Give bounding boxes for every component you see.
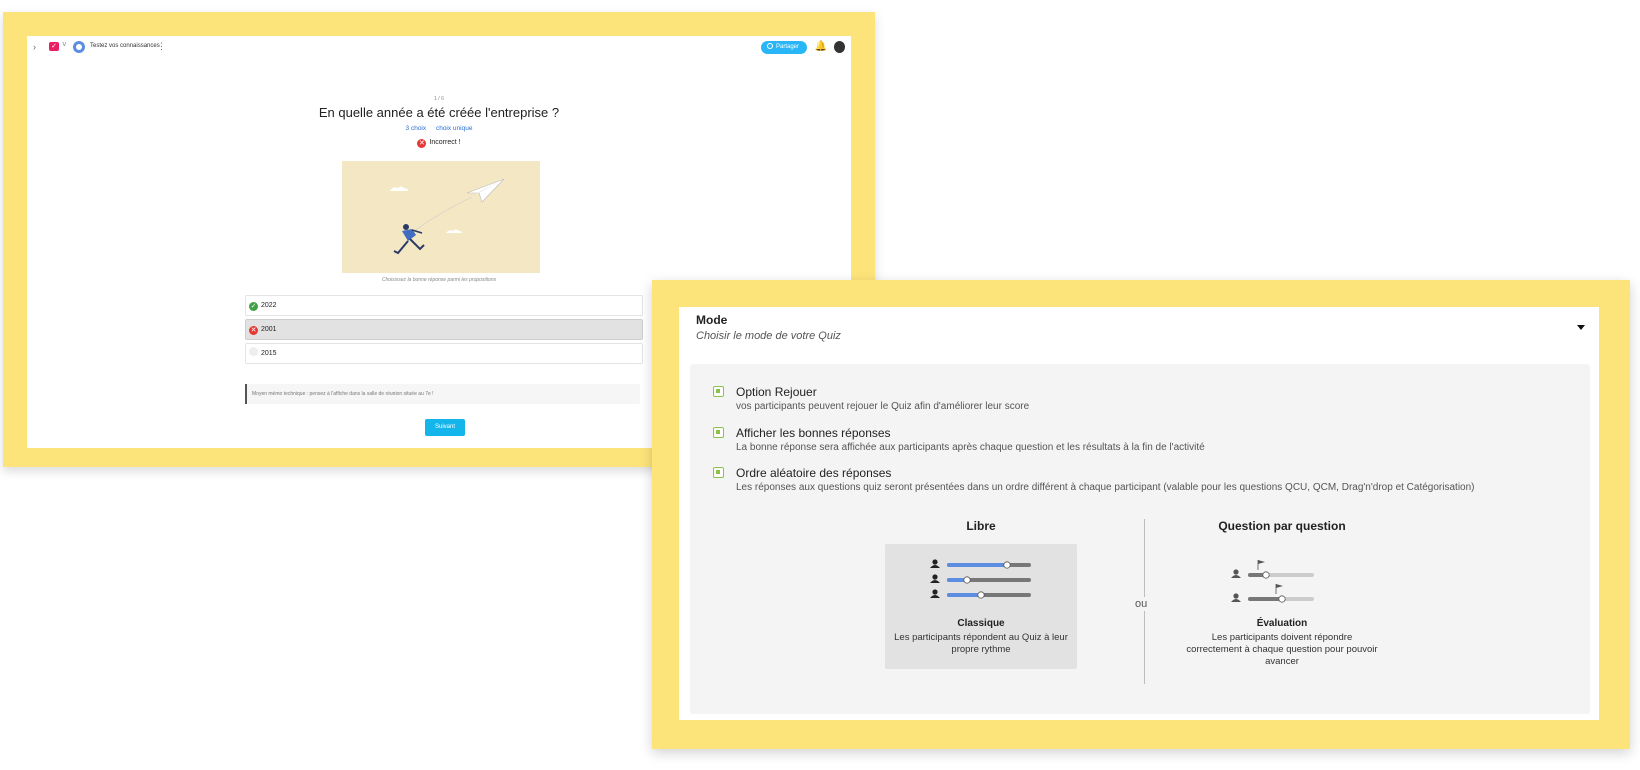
mode-settings-card: Mode Choisir le mode de votre Quiz Optio…: [652, 280, 1630, 749]
answer-label: 2022: [261, 302, 277, 309]
close-circle-icon: ✕: [249, 326, 258, 335]
choice-count: 3 choix: [405, 125, 427, 132]
checkbox[interactable]: [713, 386, 724, 397]
answer-option[interactable]: ✓ 2022: [245, 295, 643, 316]
mode-tile-classic[interactable]: Classique Les participants répondent au …: [885, 544, 1077, 669]
answer-label: 2015: [261, 350, 277, 357]
or-label: ou: [1133, 597, 1150, 611]
quiz-title: Testez vos connaissances: [90, 43, 160, 49]
flag-sliders-illustration: [1231, 560, 1314, 603]
mode-tile-evaluation[interactable]: Évaluation Les participants doivent répo…: [1186, 544, 1378, 669]
option-description: La bonne réponse sera affichée aux parti…: [736, 442, 1205, 453]
mode-free: Libre Classique Les participants réponde…: [885, 519, 1077, 669]
share-label: Partager: [775, 44, 799, 50]
app-logo[interactable]: ✓: [49, 42, 59, 51]
mode-step-by-step: Question par question Évaluation Les par…: [1186, 519, 1378, 667]
section-subtitle: Choisir le mode de votre Quiz: [696, 330, 841, 342]
mode-options-panel: Option Rejouer vos participants peuvent …: [690, 364, 1590, 714]
paper-plane-illustration: [342, 161, 540, 273]
mode-description: Les participants doivent répondre correc…: [1186, 632, 1378, 667]
expand-icon[interactable]: ›: [33, 42, 36, 52]
share-button[interactable]: Partager: [760, 41, 807, 54]
mode-header: Libre: [966, 519, 996, 533]
mode-settings-screen: Mode Choisir le mode de votre Quiz Optio…: [679, 307, 1599, 720]
progress-sliders-illustration: [930, 559, 1031, 599]
option-description: vos participants peuvent rejouer le Quiz…: [736, 401, 1030, 412]
question-meta: 3 choix choix unique: [27, 125, 851, 132]
checkbox[interactable]: [713, 427, 724, 438]
option-label: Afficher les bonnes réponses: [736, 426, 891, 440]
chevron-down-icon[interactable]: [1577, 325, 1585, 330]
mode-description: Les participants répondent au Quiz à leu…: [894, 632, 1068, 655]
choice-type: choix unique: [435, 125, 473, 132]
answer-option[interactable]: 2015: [245, 343, 643, 364]
more-menu-icon[interactable]: ⋮: [157, 41, 166, 52]
close-circle-icon: ✕: [417, 139, 427, 148]
check-circle-icon: ✓: [249, 302, 258, 311]
answer-label: 2001: [261, 326, 277, 333]
answer-list: ✓ 2022 ✕ 2001 2015: [245, 295, 643, 367]
mode-name: Classique: [957, 618, 1005, 629]
answer-status-label: Incorrect !: [429, 139, 461, 146]
empty-circle-icon: [249, 347, 258, 356]
avatar[interactable]: [834, 41, 845, 53]
answer-status: ✕ Incorrect !: [27, 139, 851, 148]
hint-box: Moyen mémo technique : pensez à l'affich…: [245, 384, 640, 404]
mode-name: Évaluation: [1256, 618, 1308, 629]
next-button[interactable]: Suivant: [425, 419, 465, 436]
quiz-topbar: › ✓ ˅ Testez vos connaissances ⋮ Partage…: [27, 40, 851, 58]
chevron-down-icon[interactable]: ˅: [62, 40, 67, 49]
checkbox[interactable]: [713, 467, 724, 478]
question-illustration: [342, 161, 540, 273]
notification-bell-icon[interactable]: 🔔: [815, 41, 827, 52]
section-title: Mode: [696, 313, 728, 327]
share-icon: [766, 43, 773, 49]
option-label: Ordre aléatoire des réponses: [736, 466, 892, 480]
question-counter: 1 / 6: [434, 96, 444, 102]
question-title: En quelle année a été créée l'entreprise…: [318, 105, 560, 120]
option-description: Les réponses aux questions quiz seront p…: [736, 482, 1475, 493]
quiz-icon: [73, 41, 85, 53]
answer-option[interactable]: ✕ 2001: [245, 319, 643, 340]
option-label: Option Rejouer: [736, 385, 817, 399]
mode-header: Question par question: [1218, 519, 1346, 533]
